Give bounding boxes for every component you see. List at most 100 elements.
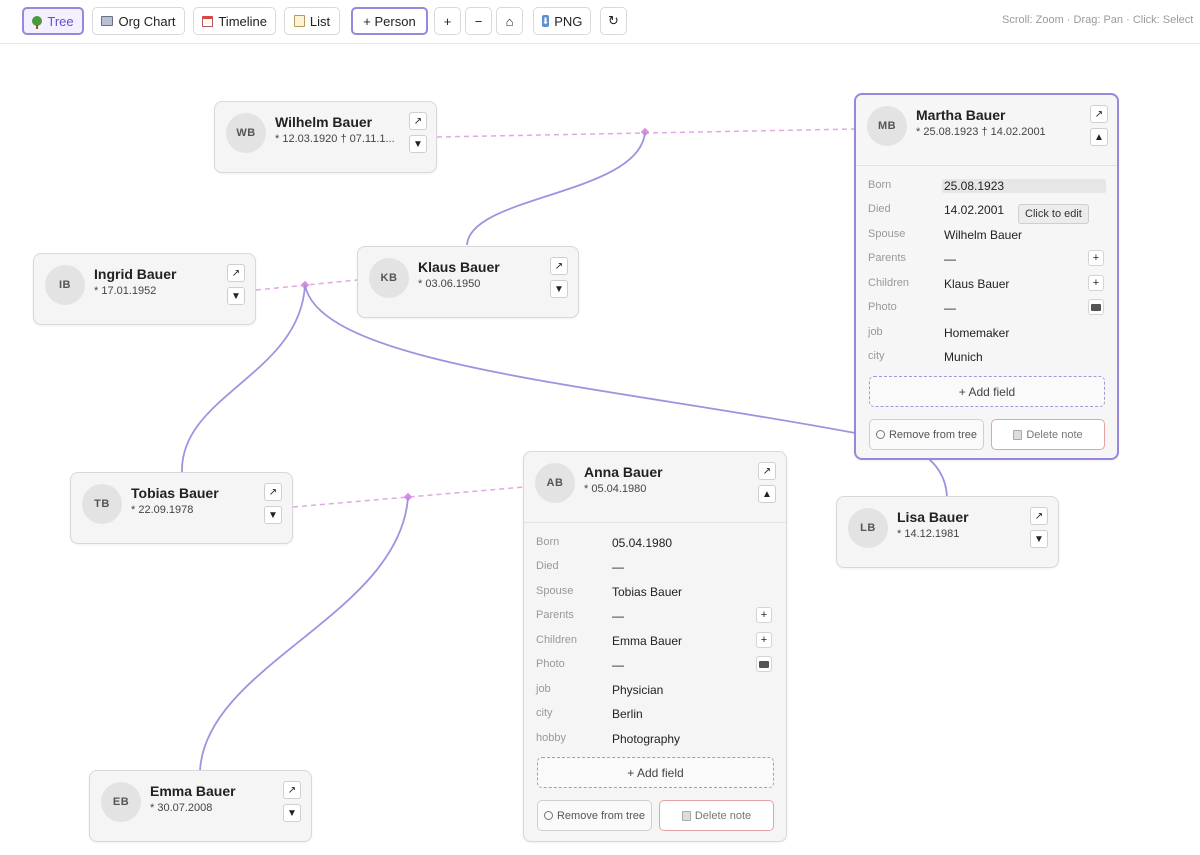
avatar: IB xyxy=(45,265,85,305)
field-row-children[interactable]: Children Klaus Bauer + xyxy=(856,274,1117,294)
trash-icon xyxy=(681,810,691,821)
field-row-city[interactable]: city Munich xyxy=(856,347,1117,367)
remove-from-tree-button[interactable]: Remove from tree xyxy=(869,419,984,450)
field-row-parents[interactable]: Parents — + xyxy=(856,249,1117,269)
person-card-ingrid[interactable]: IB Ingrid Bauer * 17.01.1952 ↗ ▼ xyxy=(33,253,256,325)
expand-icon[interactable]: ▼ xyxy=(283,804,301,822)
field-value-editing[interactable]: 25.08.1923 xyxy=(942,179,1106,193)
avatar: KB xyxy=(369,258,409,298)
person-card-emma[interactable]: EB Emma Bauer * 30.07.2008 ↗ ▼ xyxy=(89,770,312,842)
person-card-wilhelm[interactable]: WB Wilhelm Bauer * 12.03.1920 † 07.11.1.… xyxy=(214,101,437,173)
person-name: Klaus Bauer xyxy=(418,259,500,275)
person-dates: * 22.09.1978 xyxy=(131,504,194,516)
avatar: AB xyxy=(535,463,575,503)
timeline-view-button[interactable]: Timeline xyxy=(193,7,276,35)
person-dates: * 25.08.1923 † 14.02.2001 xyxy=(916,126,1046,138)
open-icon[interactable]: ↗ xyxy=(283,781,301,799)
avatar: MB xyxy=(867,106,907,146)
field-row-photo[interactable]: Photo — xyxy=(856,298,1117,318)
expand-icon[interactable]: ▼ xyxy=(227,287,245,305)
delete-note-button[interactable]: Delete note xyxy=(659,800,774,831)
open-icon[interactable]: ↗ xyxy=(227,264,245,282)
field-row-born[interactable]: Born 25.08.1923 xyxy=(856,176,1117,196)
home-button[interactable]: ⌂ xyxy=(496,7,523,35)
add-parent-icon[interactable]: + xyxy=(756,607,772,623)
open-icon[interactable]: ↗ xyxy=(1090,105,1108,123)
reset-button[interactable]: ↻ xyxy=(600,7,627,35)
field-row-spouse[interactable]: Spouse Wilhelm Bauer xyxy=(856,225,1117,245)
details-panel: Born 25.08.1923 Died 14.02.2001 Spouse W… xyxy=(856,165,1117,364)
download-icon: ⬇ xyxy=(541,15,550,27)
collapse-icon[interactable]: ▲ xyxy=(1090,128,1108,146)
avatar: EB xyxy=(101,782,141,822)
person-card-klaus[interactable]: KB Klaus Bauer * 03.06.1950 ↗ ▼ xyxy=(357,246,579,318)
add-field-button[interactable]: + Add field xyxy=(869,376,1105,407)
edge-to-klaus xyxy=(466,131,646,246)
person-card-lisa[interactable]: LB Lisa Bauer * 14.12.1981 ↗ ▼ xyxy=(836,496,1059,568)
field-row-job[interactable]: job Homemaker xyxy=(856,323,1117,343)
field-row-born[interactable]: Born 05.04.1980 xyxy=(524,533,786,553)
collapse-icon[interactable]: ▲ xyxy=(758,485,776,503)
field-row-photo[interactable]: Photo — xyxy=(524,655,786,675)
list-view-button[interactable]: List xyxy=(284,7,340,35)
avatar: TB xyxy=(82,484,122,524)
expand-icon[interactable]: ▼ xyxy=(1030,530,1048,548)
toolbar: Tree Org Chart Timeline List + Person + … xyxy=(0,0,1200,44)
details-panel: Born 05.04.1980 Died — Spouse Tobias Bau… xyxy=(524,522,786,746)
expand-icon[interactable]: ▼ xyxy=(409,135,427,153)
add-child-icon[interactable]: + xyxy=(756,632,772,648)
field-row-parents[interactable]: Parents — + xyxy=(524,606,786,626)
org-chart-icon xyxy=(101,16,114,26)
open-icon[interactable]: ↗ xyxy=(758,462,776,480)
org-chart-view-button[interactable]: Org Chart xyxy=(92,7,185,35)
field-row-hobby[interactable]: hobby Photography xyxy=(524,729,786,749)
reset-icon: ↻ xyxy=(608,13,619,28)
person-dates: * 30.07.2008 xyxy=(150,802,213,814)
person-name: Ingrid Bauer xyxy=(94,266,177,282)
interaction-hint: Scroll: Zoom · Drag: Pan · Click: Select xyxy=(1002,14,1194,26)
zoom-in-button[interactable]: + xyxy=(434,7,461,35)
edit-tooltip: Click to edit xyxy=(1018,204,1089,224)
field-row-spouse[interactable]: Spouse Tobias Bauer xyxy=(524,582,786,602)
camera-icon[interactable] xyxy=(1088,299,1104,315)
person-dates: * 05.04.1980 xyxy=(584,483,647,495)
field-row-city[interactable]: city Berlin xyxy=(524,704,786,724)
person-dates: * 12.03.1920 † 07.11.1... xyxy=(275,133,395,145)
person-name: Anna Bauer xyxy=(584,464,663,480)
field-row-children[interactable]: Children Emma Bauer + xyxy=(524,631,786,651)
tree-canvas[interactable]: WB Wilhelm Bauer * 12.03.1920 † 07.11.1.… xyxy=(0,45,1200,855)
person-name: Emma Bauer xyxy=(150,783,236,799)
person-card-anna[interactable]: AB Anna Bauer * 05.04.1980 ↗ ▲ Born 05.0… xyxy=(523,451,787,842)
zoom-out-button[interactable]: − xyxy=(465,7,492,35)
person-name: Wilhelm Bauer xyxy=(275,114,373,130)
add-parent-icon[interactable]: + xyxy=(1088,250,1104,266)
home-icon: ⌂ xyxy=(505,13,514,29)
tree-view-button[interactable]: Tree xyxy=(22,7,84,35)
expand-icon[interactable]: ▼ xyxy=(264,506,282,524)
add-child-icon[interactable]: + xyxy=(1088,275,1104,291)
person-dates: * 03.06.1950 xyxy=(418,278,481,290)
person-card-martha[interactable]: MB Martha Bauer * 25.08.1923 † 14.02.200… xyxy=(854,93,1119,460)
person-dates: * 17.01.1952 xyxy=(94,285,157,297)
tree-icon xyxy=(32,16,43,29)
remove-from-tree-button[interactable]: Remove from tree xyxy=(537,800,652,831)
avatar: WB xyxy=(226,113,266,153)
open-icon[interactable]: ↗ xyxy=(1030,507,1048,525)
open-icon[interactable]: ↗ xyxy=(264,483,282,501)
camera-icon[interactable] xyxy=(756,656,772,672)
list-icon xyxy=(293,15,305,27)
add-person-button[interactable]: + Person xyxy=(351,7,428,35)
export-png-button[interactable]: ⬇ PNG xyxy=(533,7,591,35)
delete-note-button[interactable]: Delete note xyxy=(991,419,1105,450)
avatar: LB xyxy=(848,508,888,548)
calendar-icon xyxy=(202,15,214,27)
person-card-tobias[interactable]: TB Tobias Bauer * 22.09.1978 ↗ ▼ xyxy=(70,472,293,544)
add-field-button[interactable]: + Add field xyxy=(537,757,774,788)
field-row-died[interactable]: Died — xyxy=(524,557,786,577)
field-row-job[interactable]: job Physician xyxy=(524,680,786,700)
open-icon[interactable]: ↗ xyxy=(550,257,568,275)
open-icon[interactable]: ↗ xyxy=(409,112,427,130)
person-name: Tobias Bauer xyxy=(131,485,219,501)
expand-icon[interactable]: ▼ xyxy=(550,280,568,298)
remove-icon xyxy=(875,430,885,439)
